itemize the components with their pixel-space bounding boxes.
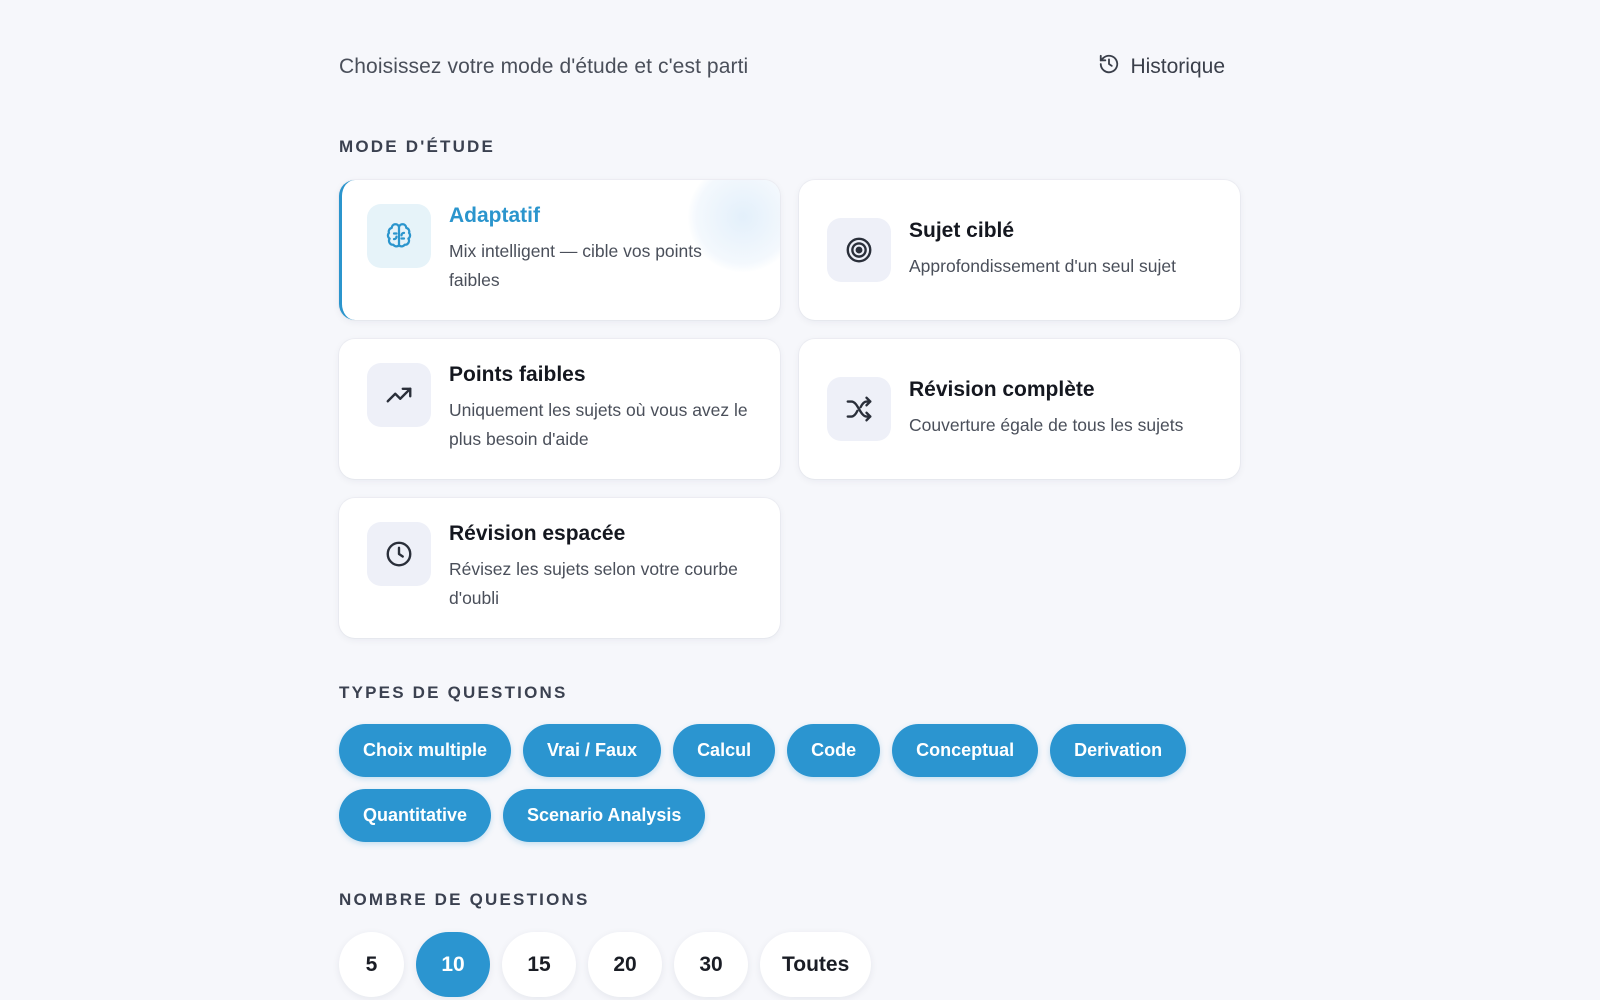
- question-count-option[interactable]: 30: [674, 932, 748, 997]
- question-type-chip[interactable]: Conceptual: [892, 724, 1039, 777]
- trending-up-icon: [367, 363, 431, 427]
- question-type-chip[interactable]: Derivation: [1050, 724, 1187, 777]
- target-icon: [827, 218, 891, 282]
- history-button[interactable]: Historique: [1098, 53, 1225, 81]
- question-types-heading: TYPES DE QUESTIONS: [339, 683, 568, 702]
- question-count-option[interactable]: Toutes: [760, 932, 872, 997]
- clock-icon: [367, 522, 431, 586]
- mode-card-spaced-review[interactable]: Révision espacée Révisez les sujets selo…: [339, 498, 780, 638]
- mode-description: Couverture égale de tous les sujets: [909, 415, 1184, 435]
- question-count-option-selected[interactable]: 10: [416, 932, 490, 997]
- mode-card-adaptive[interactable]: Adaptatif Mix intelligent — cible vos po…: [339, 180, 780, 320]
- history-label: Historique: [1130, 55, 1225, 78]
- mode-title: Révision complète: [909, 378, 1095, 401]
- question-type-chip[interactable]: Choix multiple: [339, 724, 512, 777]
- question-type-chip[interactable]: Quantitative: [339, 789, 492, 842]
- question-type-chip[interactable]: Calcul: [673, 724, 776, 777]
- brain-icon: [367, 204, 431, 268]
- question-type-chip[interactable]: Scenario Analysis: [503, 789, 706, 842]
- question-count-option[interactable]: 20: [588, 932, 662, 997]
- study-setup-page: Choisissez votre mode d'étude et c'est p…: [339, 0, 1240, 1000]
- top-bar: Choisissez votre mode d'étude et c'est p…: [339, 52, 1225, 82]
- mode-title: Sujet ciblé: [909, 219, 1015, 242]
- mode-card-full-review[interactable]: Révision complète Couverture égale de to…: [799, 339, 1240, 479]
- study-mode-heading: MODE D'ÉTUDE: [339, 137, 496, 156]
- mode-title: Adaptatif: [449, 204, 540, 227]
- question-type-chip[interactable]: Vrai / Faux: [523, 724, 662, 777]
- mode-title: Points faibles: [449, 363, 586, 386]
- mode-card-targeted-topic[interactable]: Sujet ciblé Approfondissement d'un seul …: [799, 180, 1240, 320]
- question-types-list: Choix multiple Vrai / Faux Calcul Code C…: [339, 724, 1239, 842]
- question-count-heading: NOMBRE DE QUESTIONS: [339, 890, 590, 909]
- question-count-options: 5 10 15 20 30 Toutes: [339, 932, 872, 997]
- question-count-option[interactable]: 15: [502, 932, 576, 997]
- mode-description: Uniquement les sujets où vous avez le pl…: [449, 400, 748, 449]
- question-type-chip[interactable]: Code: [787, 724, 881, 777]
- shuffle-icon: [827, 377, 891, 441]
- question-count-option[interactable]: 5: [339, 932, 404, 997]
- page-subtitle: Choisissez votre mode d'étude et c'est p…: [339, 55, 749, 78]
- mode-description: Approfondissement d'un seul sujet: [909, 256, 1176, 276]
- mode-text: Points faibles Uniquement les sujets où …: [449, 363, 759, 454]
- mode-card-weak-points[interactable]: Points faibles Uniquement les sujets où …: [339, 339, 780, 479]
- mode-text: Révision espacée Révisez les sujets selo…: [449, 522, 739, 613]
- mode-text: Révision complète Couverture égale de to…: [909, 378, 1183, 440]
- mode-text: Sujet ciblé Approfondissement d'un seul …: [909, 219, 1176, 281]
- study-mode-grid: Adaptatif Mix intelligent — cible vos po…: [339, 180, 1240, 638]
- history-icon: [1098, 53, 1120, 81]
- mode-text: Adaptatif Mix intelligent — cible vos po…: [449, 204, 749, 295]
- mode-description: Révisez les sujets selon votre courbe d'…: [449, 559, 738, 608]
- mode-title: Révision espacée: [449, 522, 626, 545]
- mode-description: Mix intelligent — cible vos points faibl…: [449, 241, 702, 290]
